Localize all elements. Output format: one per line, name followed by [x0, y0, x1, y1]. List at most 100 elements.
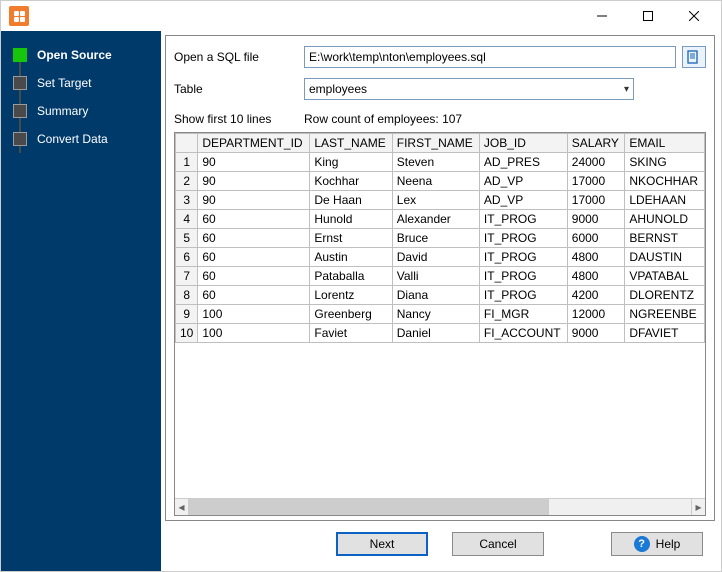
table-cell: AHUNOLD: [625, 210, 705, 229]
step-indicator-icon: [13, 76, 27, 90]
row-number-cell: 2: [176, 172, 198, 191]
help-icon: ?: [634, 536, 650, 552]
column-header[interactable]: EMAIL: [625, 134, 705, 153]
table-cell: Steven: [392, 153, 479, 172]
open-source-panel: Open a SQL file Table employees: [165, 35, 715, 521]
table-cell: Neena: [392, 172, 479, 191]
table-cell: Lorentz: [310, 286, 392, 305]
table-cell: Austin: [310, 248, 392, 267]
table-cell: 6000: [567, 229, 625, 248]
row-number-cell: 9: [176, 305, 198, 324]
wizard-window: Open SourceSet TargetSummaryConvert Data…: [0, 0, 722, 572]
table-cell: 60: [198, 229, 310, 248]
table-cell: De Haan: [310, 191, 392, 210]
table-cell: IT_PROG: [479, 210, 567, 229]
table-cell: Valli: [392, 267, 479, 286]
row-number-cell: 3: [176, 191, 198, 210]
table-select-value: employees: [309, 82, 367, 96]
table-cell: FI_MGR: [479, 305, 567, 324]
wizard-step-summary[interactable]: Summary: [1, 97, 161, 125]
app-icon: [9, 6, 29, 26]
table-row[interactable]: 390De HaanLexAD_VP17000LDEHAAN: [176, 191, 705, 210]
wizard-step-set-target[interactable]: Set Target: [1, 69, 161, 97]
table-cell: AD_PRES: [479, 153, 567, 172]
table-cell: 24000: [567, 153, 625, 172]
table-cell: IT_PROG: [479, 229, 567, 248]
table-cell: Ernst: [310, 229, 392, 248]
show-first-label: Show first 10 lines: [174, 112, 304, 126]
table-row[interactable]: 660AustinDavidIT_PROG4800DAUSTIN: [176, 248, 705, 267]
table-row[interactable]: 760PataballaValliIT_PROG4800VPATABAL: [176, 267, 705, 286]
search-doc-icon: [687, 50, 701, 64]
column-header[interactable]: SALARY: [567, 134, 625, 153]
table-row[interactable]: 290KochharNeenaAD_VP17000NKOCHHAR: [176, 172, 705, 191]
table-cell: King: [310, 153, 392, 172]
minimize-button[interactable]: [579, 1, 625, 31]
table-cell: 100: [198, 324, 310, 343]
row-number-cell: 7: [176, 267, 198, 286]
wizard-sidebar: Open SourceSet TargetSummaryConvert Data: [1, 31, 161, 571]
table-cell: 90: [198, 191, 310, 210]
table-cell: FI_ACCOUNT: [479, 324, 567, 343]
table-cell: David: [392, 248, 479, 267]
table-cell: IT_PROG: [479, 286, 567, 305]
row-number-cell: 5: [176, 229, 198, 248]
next-button[interactable]: Next: [336, 532, 428, 556]
table-row[interactable]: 190KingStevenAD_PRES24000SKING: [176, 153, 705, 172]
table-cell: Bruce: [392, 229, 479, 248]
table-cell: Daniel: [392, 324, 479, 343]
open-sql-label: Open a SQL file: [174, 50, 304, 64]
scroll-left-icon[interactable]: ◂: [175, 499, 189, 515]
table-row[interactable]: 460HunoldAlexanderIT_PROG9000AHUNOLD: [176, 210, 705, 229]
browse-file-button[interactable]: [682, 46, 706, 68]
table-cell: Diana: [392, 286, 479, 305]
table-cell: Alexander: [392, 210, 479, 229]
preview-grid[interactable]: DEPARTMENT_IDLAST_NAMEFIRST_NAMEJOB_IDSA…: [174, 132, 706, 516]
table-cell: NGREENBE: [625, 305, 705, 324]
table-cell: SKING: [625, 153, 705, 172]
table-cell: Hunold: [310, 210, 392, 229]
table-cell: IT_PROG: [479, 267, 567, 286]
table-cell: 12000: [567, 305, 625, 324]
table-row[interactable]: 560ErnstBruceIT_PROG6000BERNST: [176, 229, 705, 248]
table-cell: 60: [198, 286, 310, 305]
wizard-step-convert-data[interactable]: Convert Data: [1, 125, 161, 153]
row-number-cell: 1: [176, 153, 198, 172]
table-cell: 17000: [567, 191, 625, 210]
step-indicator-icon: [13, 104, 27, 118]
cancel-button[interactable]: Cancel: [452, 532, 544, 556]
help-button[interactable]: ? Help: [611, 532, 703, 556]
row-count-label: Row count of employees: 107: [304, 112, 462, 126]
scroll-thumb[interactable]: [189, 499, 549, 515]
table-cell: Faviet: [310, 324, 392, 343]
wizard-step-open-source[interactable]: Open Source: [1, 41, 161, 69]
table-cell: 4800: [567, 248, 625, 267]
table-select[interactable]: employees ▾: [304, 78, 634, 100]
table-cell: 9000: [567, 210, 625, 229]
table-label: Table: [174, 82, 304, 96]
column-header[interactable]: JOB_ID: [479, 134, 567, 153]
table-cell: 60: [198, 267, 310, 286]
column-header[interactable]: LAST_NAME: [310, 134, 392, 153]
row-number-cell: 4: [176, 210, 198, 229]
column-header[interactable]: FIRST_NAME: [392, 134, 479, 153]
table-cell: LDEHAAN: [625, 191, 705, 210]
table-row[interactable]: 10100FavietDanielFI_ACCOUNT9000DFAVIET: [176, 324, 705, 343]
column-header[interactable]: DEPARTMENT_ID: [198, 134, 310, 153]
table-cell: 60: [198, 210, 310, 229]
scroll-right-icon[interactable]: ▸: [691, 499, 705, 515]
table-cell: IT_PROG: [479, 248, 567, 267]
table-cell: Pataballa: [310, 267, 392, 286]
horizontal-scrollbar[interactable]: ◂ ▸: [175, 498, 705, 515]
table-row[interactable]: 9100GreenbergNancyFI_MGR12000NGREENBE: [176, 305, 705, 324]
chevron-down-icon: ▾: [624, 84, 629, 95]
wizard-footer: Next Cancel ? Help: [165, 521, 715, 567]
table-cell: Greenberg: [310, 305, 392, 324]
close-button[interactable]: [671, 1, 717, 31]
table-cell: 100: [198, 305, 310, 324]
sql-file-input[interactable]: [304, 46, 676, 68]
maximize-button[interactable]: [625, 1, 671, 31]
titlebar: [1, 1, 721, 31]
step-indicator-icon: [13, 132, 27, 146]
table-row[interactable]: 860LorentzDianaIT_PROG4200DLORENTZ: [176, 286, 705, 305]
